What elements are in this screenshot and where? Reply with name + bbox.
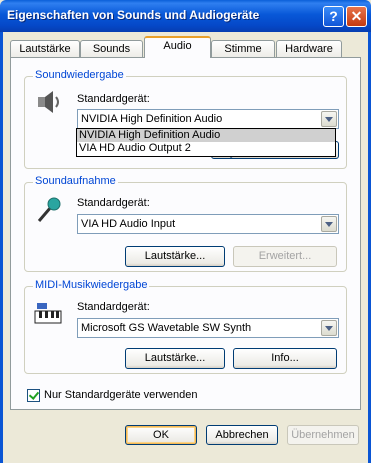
chevron-down-icon[interactable] xyxy=(321,320,337,336)
tab-lautstaerke[interactable]: Lautstärke xyxy=(10,40,80,58)
help-button[interactable]: ? xyxy=(323,6,344,27)
speaker-icon xyxy=(38,91,59,113)
window-border-left xyxy=(0,32,3,463)
cancel-button[interactable]: Abbrechen xyxy=(206,425,278,445)
playback-device-select[interactable]: NVIDIA High Definition Audio xyxy=(77,109,339,129)
tab-sounds[interactable]: Sounds xyxy=(80,40,143,58)
chevron-down-icon[interactable] xyxy=(321,111,337,127)
playback-legend: Soundwiedergabe xyxy=(33,69,126,81)
midi-group: MIDI-Musikwiedergabe Standardgerät: Micr… xyxy=(24,279,347,374)
tab-audio[interactable]: Audio xyxy=(144,36,211,58)
chevron-down-icon[interactable] xyxy=(321,216,337,232)
recording-device-select[interactable]: VIA HD Audio Input xyxy=(77,214,339,234)
playback-label: Standardgerät: xyxy=(77,93,150,105)
microphone-icon xyxy=(37,197,61,222)
recording-advanced-button[interactable]: Erweitert... xyxy=(233,246,337,267)
recording-label: Standardgerät: xyxy=(77,197,150,209)
midi-info-button[interactable]: Info... xyxy=(233,348,337,369)
dialog-window: Eigenschaften von Sounds und Audiogeräte… xyxy=(0,0,371,463)
midi-legend: MIDI-Musikwiedergabe xyxy=(33,279,150,291)
close-button[interactable]: ✕ xyxy=(346,6,367,27)
dropdown-option-nvidia[interactable]: NVIDIA High Definition Audio xyxy=(77,129,335,142)
tab-hardware[interactable]: Hardware xyxy=(276,40,342,58)
tab-stimme[interactable]: Stimme xyxy=(211,40,275,58)
window-border-right xyxy=(368,32,371,463)
midi-volume-button[interactable]: Lautstärke... xyxy=(125,348,225,369)
apply-button[interactable]: Übernehmen xyxy=(287,425,359,445)
midi-selected-value: Microsoft GS Wavetable SW Synth xyxy=(81,322,252,334)
ok-button[interactable]: OK xyxy=(125,425,197,445)
default-devices-only-label: Nur Standardgeräte verwenden xyxy=(44,389,198,401)
window-title: Eigenschaften von Sounds und Audiogeräte xyxy=(7,8,260,22)
recording-group: Soundaufnahme Standardgerät: VIA HD Audi… xyxy=(24,175,347,272)
midi-device-select[interactable]: Microsoft GS Wavetable SW Synth xyxy=(77,318,339,338)
playback-dropdown-list[interactable]: NVIDIA High Definition Audio VIA HD Audi… xyxy=(76,128,336,157)
midi-label: Standardgerät: xyxy=(77,301,150,313)
recording-selected-value: VIA HD Audio Input xyxy=(81,218,176,230)
dropdown-option-via-output[interactable]: VIA HD Audio Output 2 xyxy=(77,142,335,155)
recording-volume-button[interactable]: Lautstärke... xyxy=(125,246,225,267)
midi-keyboard-icon xyxy=(34,303,62,324)
default-devices-only-checkbox[interactable] xyxy=(27,389,40,402)
playback-selected-value: NVIDIA High Definition Audio xyxy=(81,113,223,125)
title-bar[interactable]: Eigenschaften von Sounds und Audiogeräte… xyxy=(0,0,371,32)
recording-legend: Soundaufnahme xyxy=(33,175,118,187)
